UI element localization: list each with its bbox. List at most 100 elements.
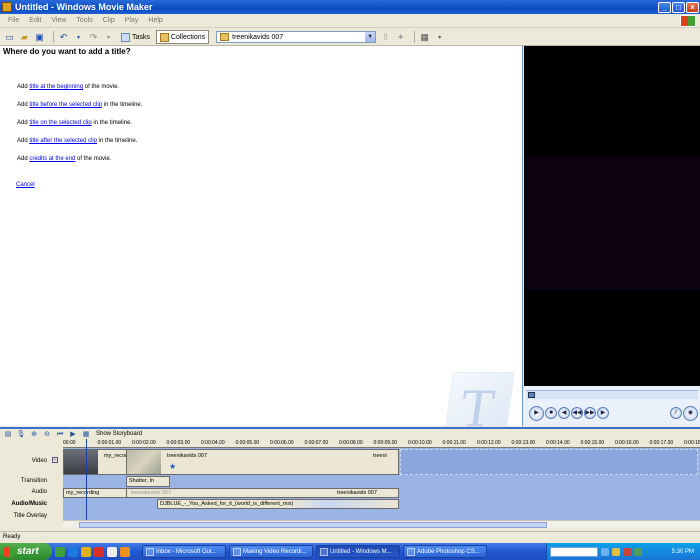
ruler-tick-label: 0:00:01.00 <box>97 440 122 446</box>
tray-network-icon[interactable] <box>601 547 609 556</box>
taskbar-search-input[interactable] <box>550 546 598 557</box>
undo-dropdown-icon[interactable]: ▾ <box>73 32 84 43</box>
ruler-tick-label: 0:00:07.00 <box>304 440 329 446</box>
show-storyboard-button[interactable]: Show Storyboard <box>96 431 142 437</box>
audio-clip-label: treenikavids 007 <box>131 490 172 496</box>
redo-icon[interactable]: ↷ <box>88 32 99 43</box>
collections-button[interactable]: Collections <box>155 30 210 44</box>
timeline-scrollbar[interactable] <box>63 520 700 528</box>
views-icon[interactable]: ▦ <box>419 32 430 43</box>
rewind-timeline-icon[interactable]: ⏮ <box>55 430 65 439</box>
menu-edit[interactable]: Edit <box>29 17 41 24</box>
playhead[interactable] <box>86 439 87 520</box>
music-clip[interactable]: DJBLUE_-_You_Asked_for_it_(world_is_diff… <box>157 499 399 509</box>
menu-play[interactable]: Play <box>125 17 139 24</box>
menu-help[interactable]: Help <box>148 17 162 24</box>
ruler-tick-label: 0:00:03.00 <box>166 440 191 446</box>
minimize-icon[interactable]: _ <box>658 1 671 13</box>
ruler-tick-label: 0:00:12.00 <box>477 440 501 446</box>
split-clip-icon[interactable]: ⫽ <box>670 407 682 419</box>
status-text: Ready <box>3 534 21 540</box>
up-one-level-icon[interactable]: ⇧ <box>380 32 391 43</box>
option-suffix: of the movie. <box>83 84 120 90</box>
new-project-icon[interactable]: ▭ <box>4 32 15 43</box>
previous-frame-icon[interactable]: ◀ <box>558 407 570 419</box>
play-icon[interactable]: ▶ <box>529 405 544 421</box>
tray-update-icon[interactable] <box>634 547 642 556</box>
tasks-button[interactable]: Tasks <box>118 30 153 44</box>
close-icon[interactable]: × <box>686 1 699 13</box>
start-button[interactable]: start <box>0 543 52 560</box>
menu-clip[interactable]: Clip <box>103 17 115 24</box>
ruler-tick-label: 00:00 <box>63 440 76 446</box>
play-timeline-icon[interactable]: ▶ <box>68 430 78 439</box>
ruler-tick-label: 0:00:10.00 <box>408 440 432 446</box>
outlook-icon <box>146 547 154 556</box>
credits-at-end-link[interactable]: credits at the end <box>29 156 75 162</box>
video-clip-treenikavids[interactable]: treenikavids 007 treeni ★ <box>126 449 399 475</box>
menu-tools[interactable]: Tools <box>76 17 92 24</box>
title-on-clip-link[interactable]: title on the selected clip <box>29 120 91 126</box>
ruler-tick-label: 0:00:09.00 <box>373 440 398 446</box>
views-dropdown-icon[interactable]: ▾ <box>434 32 445 43</box>
fast-forward-icon[interactable]: ▶▶ <box>584 407 596 419</box>
toolbar-divider <box>414 31 416 43</box>
quicklaunch-browser-icon[interactable] <box>94 546 104 557</box>
task-movie-maker[interactable]: Untitled - Windows M... <box>316 545 400 558</box>
zoom-out-icon[interactable]: ⊖ <box>42 430 52 439</box>
title-at-beginning-link[interactable]: title at the beginning <box>29 84 83 90</box>
windows-taskbar: start Inbox - Microsoft Out... Making Vi… <box>0 543 700 560</box>
tray-volume-icon[interactable] <box>612 547 620 556</box>
preview-screen <box>524 46 700 386</box>
quicklaunch-media-icon[interactable] <box>120 546 130 557</box>
audio-clip-my-recording[interactable]: my_recording <box>63 488 127 498</box>
maximize-icon[interactable]: □ <box>672 1 685 13</box>
next-frame-icon[interactable]: ▶ <box>597 407 609 419</box>
redo-dropdown-icon[interactable]: ▾ <box>103 32 114 43</box>
timeline-settings-icon[interactable]: ▤ <box>3 430 13 439</box>
task-making-video[interactable]: Making Video Recordi... <box>229 545 313 558</box>
quicklaunch-folder-icon[interactable] <box>81 546 91 557</box>
transition-clip[interactable]: Shatter, In <box>126 476 170 487</box>
title-after-clip-link[interactable]: title after the selected clip <box>29 138 97 144</box>
movie-maker-icon <box>320 547 328 556</box>
task-photoshop[interactable]: Adobe Photoshop CS... <box>403 545 487 558</box>
option-title-on: Add title on the selected clip in the ti… <box>17 120 132 126</box>
task-outlook[interactable]: Inbox - Microsoft Out... <box>142 545 226 558</box>
quicklaunch-app-icon[interactable] <box>55 546 65 557</box>
rewind-icon[interactable]: ◀◀ <box>571 407 583 419</box>
ruler-tick-label: 0:00:11.00 <box>442 440 466 446</box>
cancel-link[interactable]: Cancel <box>16 182 35 188</box>
windows-flag-icon <box>4 546 14 557</box>
quicklaunch-ie-icon[interactable] <box>68 546 78 557</box>
start-label: start <box>17 546 39 557</box>
title-before-clip-link[interactable]: title before the selected clip <box>29 102 102 108</box>
title-watermark-image: T <box>443 372 515 426</box>
timeline-ruler[interactable]: 00:00 0:00:01.00 0:00:02.00 0:00:03.00 0:00:… <box>63 439 700 448</box>
menu-view[interactable]: View <box>51 17 66 24</box>
new-folder-icon[interactable]: ✦ <box>395 32 406 43</box>
option-prefix: Add <box>17 138 30 144</box>
collection-select[interactable]: treenikavids 007 ▼ <box>216 31 377 43</box>
collection-folder-icon <box>220 33 230 41</box>
menu-file[interactable]: File <box>8 17 19 24</box>
option-title-beginning: Add title at the beginning of the movie. <box>17 84 119 90</box>
audio-clip-treenikavids[interactable]: treenikavids 007 treenikavids 007 <box>126 488 399 498</box>
quicklaunch-chrome-icon[interactable] <box>107 546 117 557</box>
timeline-scroll-thumb[interactable] <box>79 522 547 528</box>
take-picture-icon[interactable]: ◉ <box>683 405 698 421</box>
stop-icon[interactable]: ■ <box>545 407 557 419</box>
ruler-tick-label: 0:00:15.00 <box>580 440 605 446</box>
tray-security-icon[interactable] <box>623 547 631 556</box>
seek-thumb[interactable] <box>528 392 535 398</box>
open-project-icon[interactable]: ▰ <box>19 32 30 43</box>
chevron-down-icon[interactable]: ▼ <box>365 32 376 42</box>
undo-icon[interactable]: ↶ <box>58 32 69 43</box>
save-icon[interactable]: ▣ <box>34 32 45 43</box>
ruler-tick-label: 0:00:17.00 <box>649 440 674 446</box>
seek-bar[interactable] <box>526 390 698 399</box>
storyboard-icon[interactable]: ▦ <box>81 430 91 439</box>
collapse-video-track-icon[interactable]: − <box>52 457 58 463</box>
zoom-in-icon[interactable]: ⊕ <box>29 430 39 439</box>
narrate-timeline-icon[interactable]: 🎙 <box>16 430 26 439</box>
